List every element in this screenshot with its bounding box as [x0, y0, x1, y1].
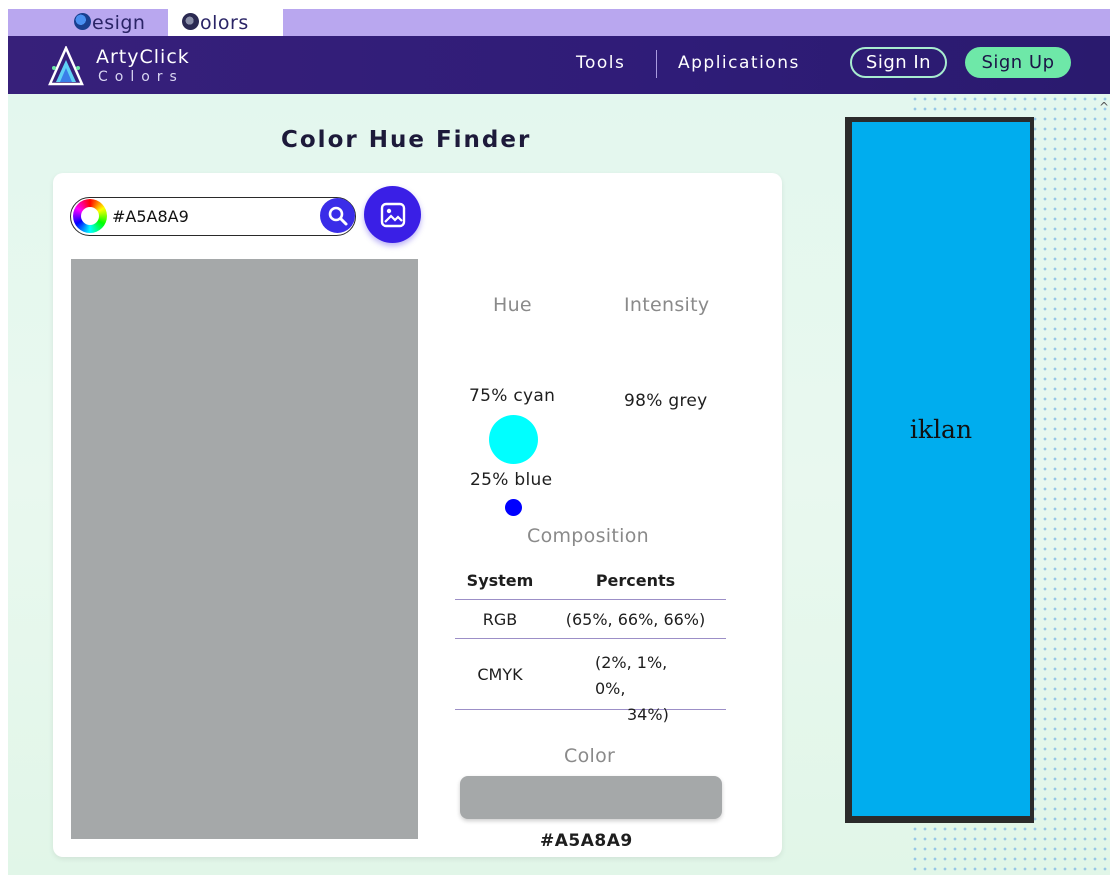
table-row-rgb: RGB (65%, 66%, 66%): [455, 600, 726, 639]
tab-colors[interactable]: olors: [168, 9, 283, 36]
color-preview-swatch: [71, 259, 418, 839]
composition-table: System Percents RGB (65%, 66%, 66%) CMYK…: [455, 566, 726, 724]
colors-logo-icon: [182, 13, 199, 30]
brand-title[interactable]: ArtyClick: [96, 46, 190, 68]
browser-tab-strip: esign olors: [8, 9, 1110, 36]
color-hex-input[interactable]: [112, 204, 312, 228]
color-wheel-icon[interactable]: [73, 199, 107, 233]
cmyk-percents-line1: (2%, 1%, 0%,: [595, 653, 668, 698]
ad-banner[interactable]: iklan: [852, 122, 1030, 816]
color-result-bar: [460, 776, 722, 819]
header-system: System: [466, 571, 534, 590]
cmyk-percents-line2: 34%): [627, 705, 669, 724]
rgb-percents: (65%, 66%, 66%): [565, 610, 706, 629]
cmyk-system: CMYK: [477, 665, 523, 684]
hue-primary-swatch: [489, 415, 538, 464]
table-header-row: System Percents: [455, 566, 726, 600]
intensity-heading: Intensity: [624, 294, 710, 316]
artyclick-logo-icon[interactable]: [48, 46, 84, 86]
rgb-system: RGB: [482, 610, 518, 629]
brand-subtitle: Colors: [98, 69, 184, 85]
tab-design-label: esign: [92, 11, 146, 34]
color-hex-label: #A5A8A9: [540, 831, 633, 851]
hue-secondary: 25% blue: [470, 470, 553, 490]
tab-colors-label: olors: [200, 11, 249, 34]
color-heading: Color: [564, 745, 616, 767]
tab-design[interactable]: esign: [60, 9, 168, 36]
hue-heading: Hue: [493, 294, 532, 316]
search-button[interactable]: [320, 198, 355, 233]
page-title: Color Hue Finder: [281, 127, 532, 153]
image-icon: [380, 202, 405, 227]
intensity-value: 98% grey: [624, 391, 708, 411]
ad-text: iklan: [909, 414, 973, 444]
search-icon: [328, 206, 347, 225]
sign-in-button[interactable]: Sign In: [850, 47, 947, 78]
nav-tools[interactable]: Tools: [576, 53, 625, 73]
composition-heading: Composition: [527, 525, 649, 547]
nav-applications[interactable]: Applications: [678, 53, 800, 73]
site-header: ArtyClick Colors Tools Applications Sign…: [8, 36, 1110, 94]
table-row-cmyk: CMYK (2%, 1%, 0%, 34%): [455, 639, 726, 724]
nav-divider: [656, 50, 657, 78]
design-logo-icon: [74, 13, 91, 30]
scroll-up-icon[interactable]: ^: [1099, 100, 1110, 114]
hue-secondary-swatch: [505, 499, 522, 516]
cmyk-percents: (2%, 1%, 0%, 34%): [545, 650, 695, 728]
sign-up-button[interactable]: Sign Up: [965, 47, 1071, 78]
image-upload-button[interactable]: [364, 186, 421, 243]
hue-primary: 75% cyan: [469, 386, 556, 406]
header-percents: Percents: [595, 571, 676, 590]
